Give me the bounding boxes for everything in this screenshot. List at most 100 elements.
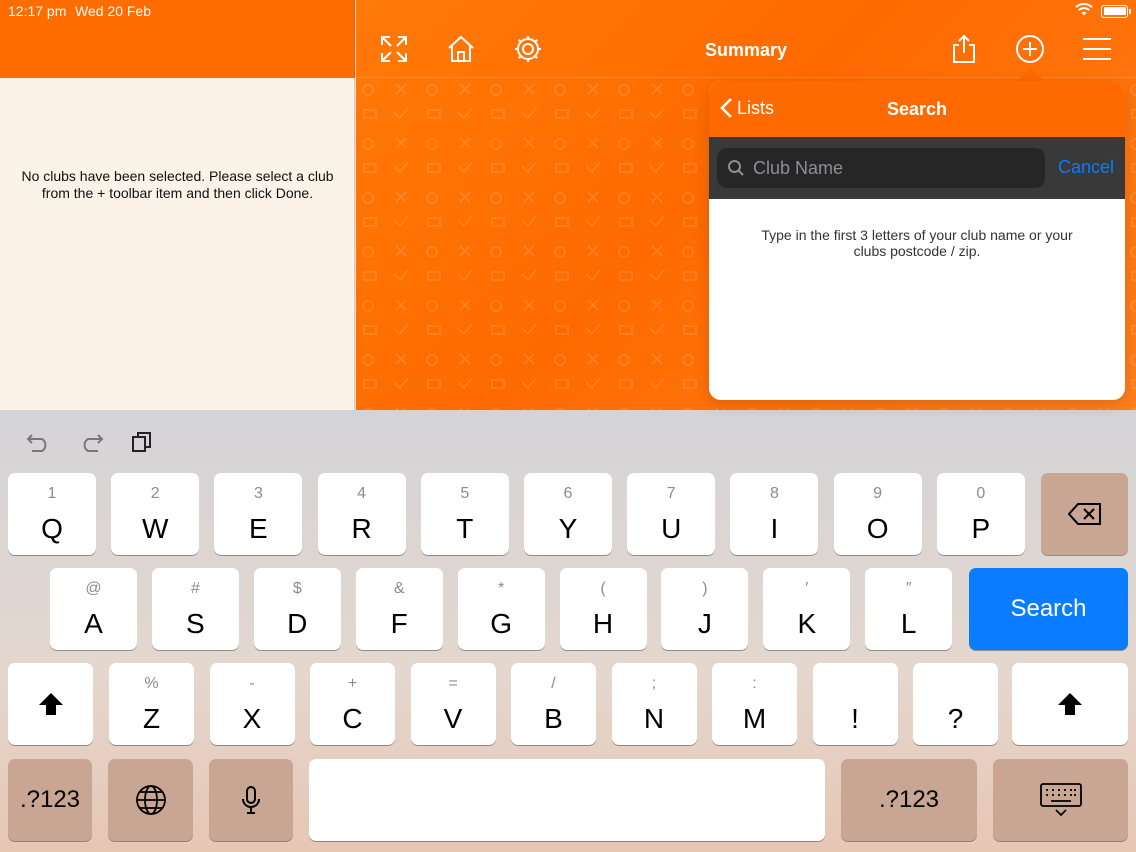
key-secondary-label: ) xyxy=(702,580,708,597)
keyboard: 1Q2W3E4R5T6Y7U8I9O0P @ A # S $ D & F * G(H) J ′ K ″ L … xyxy=(0,410,1136,852)
menu-icon[interactable] xyxy=(1082,34,1112,64)
key-r1-8[interactable]: 9O xyxy=(833,473,922,555)
key-primary-label: D xyxy=(287,608,308,639)
hide-keyboard-key[interactable] xyxy=(993,759,1128,841)
key-r1-7[interactable]: 8I xyxy=(730,473,819,555)
key-r1-6[interactable]: 7U xyxy=(627,473,716,555)
status-indicators xyxy=(1075,3,1131,19)
expand-icon[interactable] xyxy=(379,34,409,64)
key-r2-6[interactable]: ) J xyxy=(661,568,749,650)
key-primary-label: J xyxy=(697,608,712,639)
key-r2-3[interactable]: & F xyxy=(355,568,443,650)
key-r2-4[interactable]: * G xyxy=(457,568,545,650)
numbers-key-label: .?123 xyxy=(19,786,81,813)
add-icon[interactable] xyxy=(1015,34,1045,64)
key-secondary-label: 2 xyxy=(150,485,160,502)
key-primary-label: K xyxy=(797,608,817,639)
gear-icon[interactable] xyxy=(513,34,543,64)
key-primary-label: T xyxy=(456,513,474,544)
delete-key[interactable] xyxy=(1041,473,1128,555)
search-icon xyxy=(728,160,744,176)
key-r3-4[interactable]: / B xyxy=(511,663,596,745)
key-secondary-label: 8 xyxy=(769,485,779,502)
key-r1-4[interactable]: 5T xyxy=(420,473,509,555)
key-secondary-label: * xyxy=(497,580,505,597)
key-primary-label: V xyxy=(443,703,463,734)
empty-state-message: No clubs have been selected. Please sele… xyxy=(21,168,334,201)
key-r3-1[interactable]: -X xyxy=(209,663,295,745)
paste-icon[interactable] xyxy=(128,430,156,454)
space-key[interactable] xyxy=(309,759,825,841)
key-r2-7[interactable]: ′ K xyxy=(763,568,851,650)
shift-icon xyxy=(38,693,63,715)
key-primary-label: Z xyxy=(142,703,161,734)
key-r2-5[interactable]: (H xyxy=(559,568,647,650)
key-r1-2[interactable]: 3E xyxy=(214,473,303,555)
key-r3-2[interactable]: + C xyxy=(310,663,395,745)
share-icon[interactable] xyxy=(949,34,979,64)
key-secondary-label: + xyxy=(347,675,358,692)
key-secondary-label: ; xyxy=(651,675,657,692)
key-primary-label: U xyxy=(661,513,682,544)
search-help-text: Type in the first 3 letters of your club… xyxy=(761,227,1073,259)
key-r3-5[interactable]: ; N xyxy=(611,663,697,745)
key-secondary-label: 7 xyxy=(666,485,676,502)
key-primary-label: C xyxy=(342,703,363,734)
key-r3-0[interactable]: % Z xyxy=(109,663,194,745)
search-bar: Cancel xyxy=(709,137,1125,199)
key-secondary-label: / xyxy=(551,675,556,692)
home-icon[interactable] xyxy=(446,34,476,64)
shift-key-right[interactable] xyxy=(1012,663,1128,745)
globe-key[interactable] xyxy=(108,759,193,841)
key-primary-label: O xyxy=(866,513,889,544)
key-r1-3[interactable]: 4R xyxy=(317,473,406,555)
key-primary-label: L xyxy=(900,608,917,639)
popover-arrow xyxy=(1017,68,1045,81)
club-name-input[interactable] xyxy=(753,157,1033,179)
key-r3-8[interactable]: ? xyxy=(913,663,998,745)
key-r1-0[interactable]: 1Q xyxy=(8,473,96,555)
key-r2-0[interactable]: @ A xyxy=(50,568,137,650)
key-r3-7[interactable]: ! xyxy=(812,663,898,745)
key-secondary-label: 0 xyxy=(976,485,986,502)
shift-icon xyxy=(1058,693,1082,715)
key-primary-label: M xyxy=(742,703,767,734)
key-primary-label: F xyxy=(390,608,408,639)
key-secondary-label: $ xyxy=(292,580,302,597)
key-secondary-label: ( xyxy=(600,580,606,597)
key-r2-2[interactable]: $ D xyxy=(253,568,341,650)
status-date: Wed 20 Feb xyxy=(75,3,152,19)
key-primary-label: W xyxy=(141,513,169,544)
shift-key-left[interactable] xyxy=(8,663,93,745)
key-primary-label: N xyxy=(643,703,665,734)
search-key[interactable]: Search xyxy=(969,568,1128,650)
numbers-key-left[interactable]: .?123 xyxy=(8,759,92,841)
numbers-key-right-label: .?123 xyxy=(878,786,940,813)
key-r2-8[interactable]: ″ L xyxy=(865,568,953,650)
battery-icon xyxy=(1101,4,1131,18)
key-r1-9[interactable]: 0P xyxy=(936,473,1025,555)
keyboard-shortcuts-bar xyxy=(0,410,1136,470)
keyboard-hide-icon xyxy=(1039,783,1082,817)
key-r1-1[interactable]: 2W xyxy=(111,473,200,555)
key-secondary-label: # xyxy=(190,580,200,597)
undo-icon[interactable] xyxy=(25,430,53,454)
key-r3-6[interactable]: :M xyxy=(712,663,797,745)
key-primary-label: Y xyxy=(558,513,578,544)
key-secondary-label: 9 xyxy=(873,485,883,502)
dictation-key[interactable] xyxy=(209,759,293,841)
key-primary-label: ! xyxy=(851,703,859,734)
redo-icon[interactable] xyxy=(77,430,105,454)
search-field[interactable] xyxy=(717,148,1045,188)
numbers-key-right[interactable]: .?123 xyxy=(841,759,977,841)
search-popover: Lists Search Cancel Type in the first 3 … xyxy=(709,81,1125,400)
key-r3-3[interactable]: = V xyxy=(410,663,496,745)
cancel-button[interactable]: Cancel xyxy=(1058,157,1114,178)
key-primary-label: Q xyxy=(41,513,63,544)
key-primary-label: X xyxy=(242,703,262,734)
key-secondary-label: % xyxy=(144,675,159,692)
key-r2-1[interactable]: # S xyxy=(151,568,239,650)
key-secondary-label: 6 xyxy=(563,485,573,502)
key-r1-5[interactable]: 6Y xyxy=(524,473,612,555)
popover-title: Search xyxy=(886,99,948,119)
